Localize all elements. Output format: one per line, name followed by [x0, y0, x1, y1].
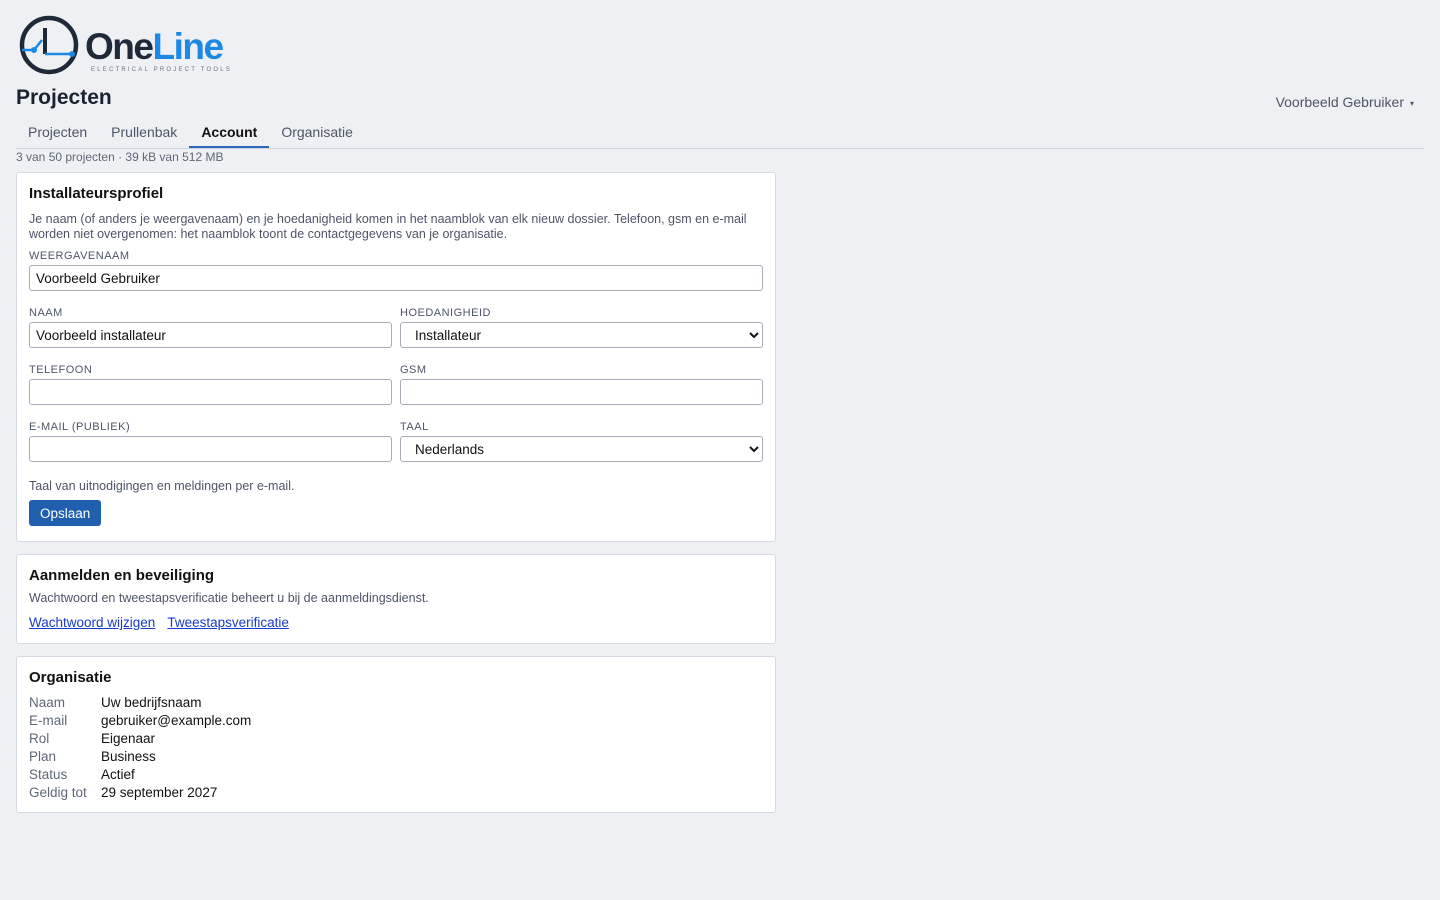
org-key: Geldig tot: [29, 784, 87, 800]
phone-input[interactable]: [29, 379, 392, 405]
language-select[interactable]: Nederlands: [400, 436, 763, 462]
org-key: Rol: [29, 730, 50, 746]
org-key: E-mail: [29, 712, 68, 728]
language-hint: Taal van uitnodigingen en meldingen per …: [29, 479, 295, 493]
logo-text-accent: Line: [152, 26, 223, 67]
security-card: Aanmelden en beveiliging Wachtwoord en t…: [16, 554, 776, 644]
mobile-input[interactable]: [400, 379, 763, 405]
tab-bar: Projecten Prullenbak Account Organisatie: [16, 118, 1424, 149]
name-input[interactable]: [29, 322, 392, 348]
tab-projecten[interactable]: Projecten: [16, 118, 99, 148]
org-value: Eigenaar: [101, 730, 156, 746]
organisation-title: Organisatie: [29, 669, 112, 686]
oneline-logo[interactable]: OneLine ELECTRICAL PROJECT TOOLS: [18, 14, 258, 78]
user-menu[interactable]: Voorbeeld Gebruiker ▾: [1276, 94, 1414, 110]
org-key: Naam: [29, 694, 66, 710]
org-row-geldig-tot: Geldig tot 29 september 2027: [29, 783, 251, 801]
org-value: Uw bedrijfsnaam: [101, 694, 202, 710]
mobile-label: GSM: [400, 364, 427, 376]
quota-info: 3 van 50 projecten · 39 kB van 512 MB: [16, 150, 224, 164]
display-name-label: WEERGAVENAAM: [29, 250, 130, 262]
user-name: Voorbeeld Gebruiker: [1275, 94, 1404, 110]
language-label: TAAL: [400, 421, 429, 433]
security-title: Aanmelden en beveiliging: [29, 567, 215, 584]
chevron-down-icon: ▾: [1409, 98, 1414, 108]
org-value: Business: [101, 748, 156, 764]
org-value: Actief: [101, 766, 135, 782]
email-label: E-MAIL (PUBLIEK): [29, 421, 131, 433]
logo-text-dark: One: [85, 26, 153, 67]
org-key: Plan: [29, 748, 57, 764]
org-row-email: E-mail gebruiker@example.com: [29, 711, 251, 729]
org-row-naam: Naam Uw bedrijfsnaam: [29, 693, 251, 711]
organisation-details: Naam Uw bedrijfsnaam E-mail gebruiker@exam…: [29, 693, 251, 801]
save-button[interactable]: Opslaan: [29, 500, 102, 526]
organisation-card: Organisatie Naam Uw bedrijfsnaam E-mail ge…: [16, 656, 776, 813]
org-row-rol: Rol Eigenaar: [29, 729, 251, 747]
profile-title: Installateursprofiel: [29, 185, 164, 202]
logo-mark: OneLine ELECTRICAL PROJECT TOOLS: [19, 15, 232, 75]
page-title: Projecten: [16, 86, 112, 109]
capacity-select[interactable]: Installateur: [400, 322, 763, 348]
org-row-status: Status Actief: [29, 765, 251, 783]
profile-card: Installateursprofiel Je naam (of anders …: [16, 172, 776, 542]
email-input[interactable]: [29, 436, 392, 462]
change-password-link[interactable]: Wachtwoord wijzigen: [29, 615, 155, 630]
profile-description: Je naam (of anders je weergavenaam) en j…: [29, 212, 747, 241]
org-value: gebruiker@example.com: [101, 712, 252, 728]
name-label: NAAM: [29, 307, 63, 319]
display-name-input[interactable]: [29, 265, 763, 291]
svg-text:OneLine: OneLine: [85, 26, 223, 67]
org-row-plan: Plan Business: [29, 747, 251, 765]
phone-label: TELEFOON: [29, 364, 93, 376]
capacity-label: HOEDANIGHEID: [400, 307, 491, 319]
tab-prullenbak[interactable]: Prullenbak: [99, 118, 189, 148]
tab-organisatie[interactable]: Organisatie: [269, 118, 365, 148]
org-value: 29 september 2027: [101, 784, 218, 800]
tab-account[interactable]: Account: [189, 118, 270, 148]
logo-tagline: ELECTRICAL PROJECT TOOLS: [91, 67, 232, 73]
security-description: Wachtwoord en tweestapsverificatie behee…: [29, 591, 429, 605]
two-step-verification-link[interactable]: Tweestapsverificatie: [167, 615, 289, 630]
org-key: Status: [29, 766, 68, 782]
